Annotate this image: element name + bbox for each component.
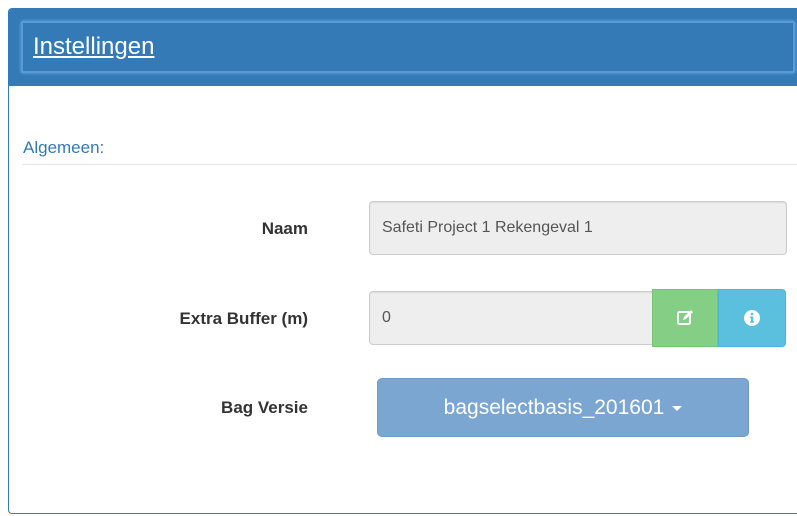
section-divider — [22, 164, 797, 165]
settings-panel: Instellingen — [8, 8, 797, 514]
naam-field[interactable]: Safeti Project 1 Rekengeval 1 — [369, 201, 787, 255]
bag-versie-label: Bag Versie — [221, 398, 308, 417]
extra-buffer-label: Extra Buffer (m) — [179, 309, 308, 328]
panel-heading: Instellingen — [9, 9, 797, 86]
info-icon — [744, 310, 760, 326]
section-title: Algemeen: — [23, 138, 105, 157]
bag-versie-dropdown[interactable]: bagselectbasis_201601 — [377, 378, 749, 437]
edit-buffer-button[interactable] — [652, 289, 718, 347]
panel-title-link[interactable]: Instellingen — [21, 21, 795, 73]
naam-label: Naam — [261, 219, 308, 238]
bag-versie-value: bagselectbasis_201601 — [443, 395, 665, 419]
edit-icon — [677, 310, 693, 325]
info-button[interactable] — [718, 289, 786, 347]
caret-down-icon — [672, 406, 683, 411]
extra-buffer-field[interactable]: 0 — [369, 291, 659, 345]
